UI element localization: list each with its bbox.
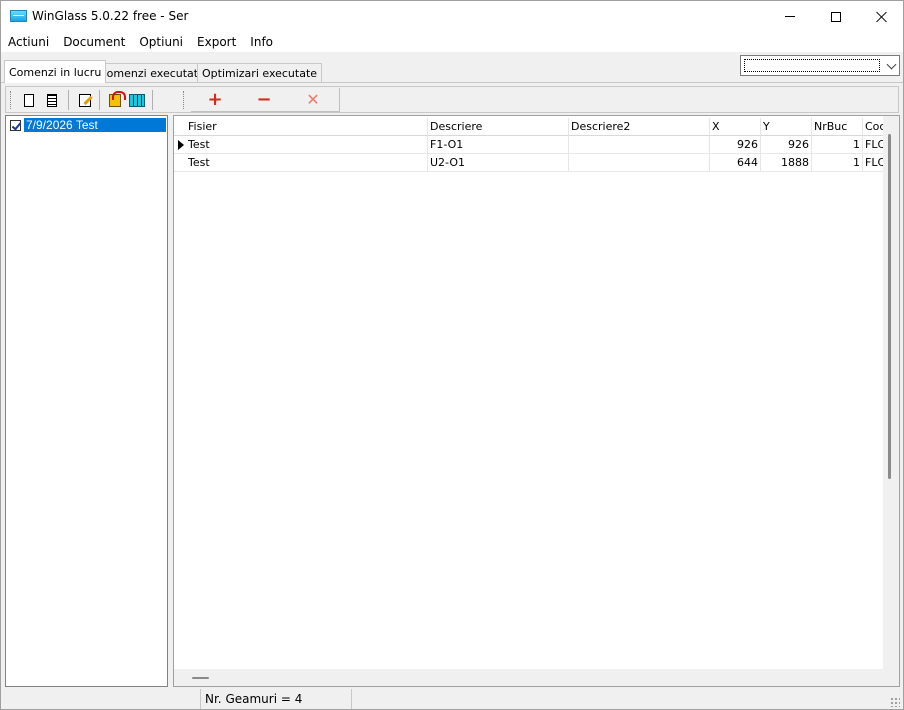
data-grid: Fisier Descriere Descriere2 X Y NrBuc Co… — [173, 115, 900, 687]
add-button[interactable]: + — [190, 90, 240, 110]
table-row[interactable]: Test U2-O1 644 1888 1 FLC — [174, 154, 883, 172]
cell-fisier[interactable]: Test — [186, 136, 428, 154]
column-header-fisier[interactable]: Fisier — [186, 118, 428, 136]
order-tree: 7/9/2026 Test — [5, 115, 168, 687]
column-header-nrbuc[interactable]: NrBuc — [812, 118, 863, 136]
cell-x[interactable]: 644 — [710, 154, 761, 172]
maximize-icon — [831, 11, 841, 22]
remove-button[interactable]: − — [239, 90, 289, 110]
column-header-descriere2[interactable]: Descriere2 — [569, 118, 710, 136]
list-document-button[interactable] — [43, 90, 61, 110]
list-document-icon — [47, 93, 57, 107]
toolbar-separator — [152, 90, 153, 110]
column-header-descriere[interactable]: Descriere — [428, 118, 569, 136]
close-icon — [876, 11, 888, 23]
app-icon — [10, 10, 27, 22]
new-document-icon — [24, 93, 34, 107]
status-bar: Nr. Geamuri = 4 — [1, 689, 903, 709]
row-indicator — [174, 154, 186, 172]
column-header-x[interactable]: X — [710, 118, 761, 136]
toolbar: + − ✕ — [5, 86, 899, 113]
maximize-button[interactable] — [813, 1, 859, 32]
scroll-corner — [883, 669, 899, 686]
cell-cod[interactable]: FLC — [863, 136, 883, 154]
new-document-button[interactable] — [20, 90, 38, 110]
status-geamuri: Nr. Geamuri = 4 — [202, 689, 352, 709]
header-indicator — [174, 118, 186, 136]
cell-x[interactable]: 926 — [710, 136, 761, 154]
cell-descriere2[interactable] — [569, 154, 710, 172]
status-pane-left — [1, 689, 201, 709]
row-indicator — [174, 136, 186, 154]
refresh-icon — [108, 91, 126, 107]
toolbar-separator — [99, 90, 100, 110]
tab-comenzi-executate[interactable]: Comenzi executate — [94, 63, 210, 82]
cell-fisier[interactable]: Test — [186, 154, 428, 172]
menu-info[interactable]: Info — [243, 32, 280, 52]
filter-combo[interactable] — [740, 55, 900, 76]
cell-y[interactable]: 1888 — [761, 154, 812, 172]
menu-export[interactable]: Export — [190, 32, 243, 52]
window-title: WinGlass 5.0.22 free - Ser — [32, 9, 189, 23]
column-header-cod[interactable]: Coc — [863, 118, 883, 136]
node-checkbox[interactable] — [10, 119, 21, 131]
grid-body: Fisier Descriere Descriere2 X Y NrBuc Co… — [174, 116, 883, 669]
resize-grip-icon[interactable] — [890, 697, 900, 707]
cell-descriere[interactable]: U2-O1 — [428, 154, 569, 172]
tab-optimizari-executate[interactable]: Optimizari executate — [197, 63, 323, 82]
edit-button[interactable] — [76, 90, 94, 110]
cell-descriere2[interactable] — [569, 136, 710, 154]
tab-divider — [1, 82, 903, 83]
cell-nrbuc[interactable]: 1 — [812, 136, 863, 154]
delete-button[interactable]: ✕ — [288, 90, 338, 110]
grid-icon — [129, 93, 145, 107]
toolbar-grip[interactable] — [10, 91, 12, 109]
toolbar-separator — [68, 90, 69, 110]
tab-strip: Comenzi in lucru Comenzi executate Optim… — [1, 53, 761, 83]
minimize-button[interactable] — [767, 1, 813, 32]
table-row[interactable]: Test F1-O1 926 926 1 FLC — [174, 136, 883, 154]
refresh-button[interactable] — [106, 90, 126, 110]
menu-bar: Actiuni Document Optiuni Export Info — [1, 32, 903, 52]
cell-y[interactable]: 926 — [761, 136, 812, 154]
cell-descriere[interactable]: F1-O1 — [428, 136, 569, 154]
horizontal-scrollbar[interactable] — [174, 669, 883, 686]
app-window: WinGlass 5.0.22 free - Ser Actiuni Docum… — [0, 0, 904, 710]
toolbar-grip[interactable] — [183, 91, 185, 109]
header-row: Fisier Descriere Descriere2 X Y NrBuc Co… — [174, 118, 883, 136]
menu-document[interactable]: Document — [56, 32, 132, 52]
vertical-scroll-thumb[interactable] — [888, 134, 891, 479]
combo-value — [744, 59, 880, 72]
horizontal-scroll-thumb[interactable] — [192, 677, 209, 679]
title-bar: WinGlass 5.0.22 free - Ser — [1, 1, 903, 32]
current-row-icon — [178, 140, 184, 150]
menu-optiuni[interactable]: Optiuni — [132, 32, 190, 52]
chevron-down-icon — [886, 59, 897, 70]
edit-icon — [79, 93, 91, 107]
minimize-icon — [785, 16, 795, 17]
tab-comenzi-in-lucru[interactable]: Comenzi in lucru — [4, 60, 107, 83]
vertical-scrollbar[interactable] — [883, 116, 899, 669]
grid-button[interactable] — [128, 90, 146, 110]
cell-nrbuc[interactable]: 1 — [812, 154, 863, 172]
column-header-y[interactable]: Y — [761, 118, 812, 136]
tree-node[interactable]: 7/9/2026 Test — [10, 118, 166, 132]
menu-actiuni[interactable]: Actiuni — [1, 32, 56, 52]
cell-cod[interactable]: FLC — [863, 154, 883, 172]
close-button[interactable] — [859, 1, 904, 32]
tree-node-label[interactable]: 7/9/2026 Test — [24, 118, 166, 132]
